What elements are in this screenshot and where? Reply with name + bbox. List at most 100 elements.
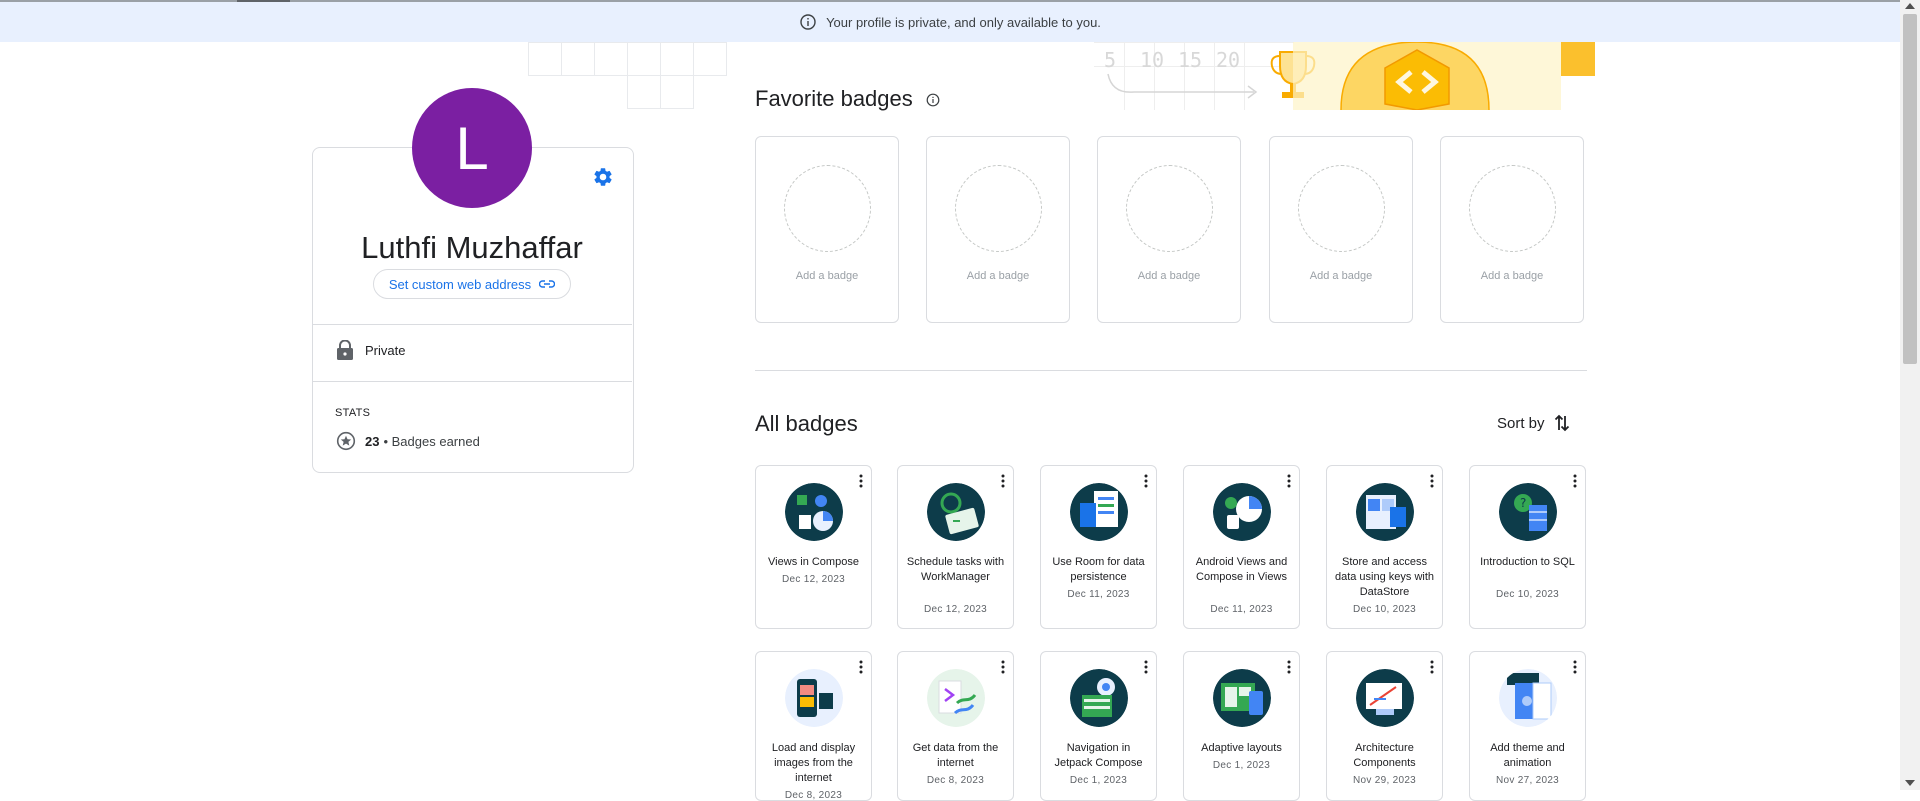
section-divider — [755, 370, 1587, 371]
badge-date: Dec 1, 2023 — [1212, 760, 1271, 771]
badge-title: Store and access data using keys with Da… — [1334, 556, 1435, 598]
favorite-badge-slot[interactable]: Add a badge — [755, 136, 899, 323]
badge-card[interactable]: Android Views and Compose in Views Dec 1… — [1183, 465, 1300, 629]
badge-date: Dec 11, 2023 — [1210, 604, 1273, 615]
badge-title: Introduction to SQL — [1480, 556, 1575, 568]
code-badge-decoration — [1293, 42, 1595, 110]
more-options-icon[interactable] — [1430, 474, 1434, 488]
badge-title: Use Room for data persistence — [1052, 556, 1145, 583]
info-icon — [800, 14, 816, 30]
avatar: L — [412, 88, 532, 208]
badge-card[interactable]: Get data from the internet Dec 8, 2023 — [897, 651, 1014, 801]
more-options-icon[interactable] — [1001, 474, 1005, 488]
svg-text:?: ? — [1520, 496, 1526, 510]
link-icon — [539, 280, 556, 288]
profile-divider-2 — [313, 381, 632, 382]
more-options-icon[interactable] — [1144, 660, 1148, 674]
all-badges-title: All badges — [755, 411, 858, 436]
badge-card[interactable]: ? Introduction to SQL Dec 10, 2023 — [1469, 465, 1586, 629]
add-badge-label: Add a badge — [1309, 270, 1373, 282]
badge-card[interactable]: Adaptive layouts Dec 1, 2023 — [1183, 651, 1300, 801]
sql-icon: ? — [1499, 483, 1557, 541]
room-icon — [1070, 483, 1128, 541]
info-icon[interactable] — [926, 93, 940, 107]
badge-date: Dec 11, 2023 — [1067, 589, 1130, 600]
add-badge-label: Add a badge — [1137, 270, 1201, 282]
more-options-icon[interactable] — [1573, 660, 1577, 674]
badge-title: Android Views and Compose in Views — [1195, 556, 1288, 583]
badge-title: Navigation in Jetpack Compose — [1054, 742, 1143, 769]
favorite-badges-title: Favorite badges — [755, 86, 913, 111]
badge-date: Nov 27, 2023 — [1495, 775, 1560, 786]
add-badge-label: Add a badge — [966, 270, 1030, 282]
badge-date: Dec 12, 2023 — [781, 574, 846, 585]
custom-url-label: Set custom web address — [388, 276, 532, 292]
privacy-label: Private — [365, 343, 406, 358]
add-badge-label: Add a badge — [795, 270, 859, 282]
scrollbar-thumb[interactable] — [1903, 14, 1917, 364]
badge-card[interactable]: Architecture Components Nov 29, 2023 — [1326, 651, 1443, 801]
more-options-icon[interactable] — [1287, 474, 1291, 488]
badge-card[interactable]: Use Room for data persistence Dec 11, 20… — [1040, 465, 1157, 629]
favorite-badge-slot[interactable]: Add a badge — [926, 136, 1070, 323]
more-options-icon[interactable] — [1573, 474, 1577, 488]
more-options-icon[interactable] — [1430, 660, 1434, 674]
profile-divider — [313, 324, 632, 325]
more-options-icon[interactable] — [859, 660, 863, 674]
more-options-icon[interactable] — [1287, 660, 1291, 674]
privacy-banner-text: Your profile is private, and only availa… — [826, 14, 1101, 30]
datastore-icon — [1356, 483, 1414, 541]
scroll-down-arrow-icon[interactable] — [1905, 780, 1915, 786]
more-options-icon[interactable] — [859, 474, 863, 488]
sort-by-button[interactable]: Sort by — [1497, 414, 1570, 432]
stats-heading: STATS — [335, 407, 371, 419]
badge-card[interactable]: Schedule tasks with WorkManager Dec 12, … — [897, 465, 1014, 629]
badge-card[interactable]: Load and display images from the interne… — [755, 651, 872, 801]
chart-number-2: 10 — [1140, 48, 1165, 72]
badge-title: Get data from the internet — [912, 742, 999, 769]
empty-badge-placeholder — [1298, 165, 1385, 252]
navigation-icon — [1070, 669, 1128, 727]
views-compose-icon — [785, 483, 843, 541]
badge-date: Dec 1, 2023 — [1069, 775, 1128, 786]
set-custom-web-address-button[interactable]: Set custom web address — [373, 269, 571, 299]
avatar-letter: L — [455, 114, 489, 182]
badge-date: Dec 10, 2023 — [1352, 604, 1417, 615]
badge-title: Views in Compose — [768, 556, 859, 568]
badge-title: Adaptive layouts — [1201, 742, 1282, 754]
favorite-badge-slot[interactable]: Add a badge — [1097, 136, 1241, 323]
architecture-icon — [1356, 669, 1414, 727]
badge-card[interactable]: Views in Compose Dec 12, 2023 — [755, 465, 872, 629]
chart-number-4: 20 — [1216, 48, 1241, 72]
theme-animation-icon — [1499, 669, 1557, 727]
badges-earned-stat: 23 • Badges earned — [336, 431, 480, 451]
more-options-icon[interactable] — [1144, 474, 1148, 488]
favorite-badge-slot[interactable]: Add a badge — [1269, 136, 1413, 323]
badges-earned-label: • Badges earned — [383, 433, 480, 449]
empty-badge-placeholder — [1469, 165, 1556, 252]
chart-number-1: 5 — [1104, 48, 1117, 72]
badge-date: Nov 29, 2023 — [1352, 775, 1417, 786]
profile-name: Luthfi Muzhaffar — [361, 230, 583, 265]
favorite-badge-slot[interactable]: Add a badge — [1440, 136, 1584, 323]
badge-card[interactable]: Add theme and animation Nov 27, 2023 — [1469, 651, 1586, 801]
empty-badge-placeholder — [784, 165, 871, 252]
grid-decoration — [528, 42, 727, 109]
sort-arrows-icon — [1554, 414, 1569, 432]
sort-by-label: Sort by — [1497, 414, 1545, 432]
adaptive-layouts-icon — [1213, 669, 1271, 727]
badge-date: Dec 10, 2023 — [1495, 589, 1560, 600]
badge-card[interactable]: Navigation in Jetpack Compose Dec 1, 202… — [1040, 651, 1157, 801]
badge-title: Schedule tasks with WorkManager — [906, 556, 1005, 583]
load-images-icon — [785, 669, 843, 727]
badges-count: 23 — [365, 433, 380, 449]
add-badge-label: Add a badge — [1480, 270, 1544, 282]
gear-icon[interactable] — [592, 166, 614, 188]
scroll-up-arrow-icon[interactable] — [1905, 3, 1915, 9]
badge-title: Add theme and animation — [1490, 742, 1565, 769]
empty-badge-placeholder — [955, 165, 1042, 252]
more-options-icon[interactable] — [1001, 660, 1005, 674]
badge-card[interactable]: Store and access data using keys with Da… — [1326, 465, 1443, 629]
lock-icon — [337, 340, 353, 360]
android-views-icon — [1213, 483, 1271, 541]
